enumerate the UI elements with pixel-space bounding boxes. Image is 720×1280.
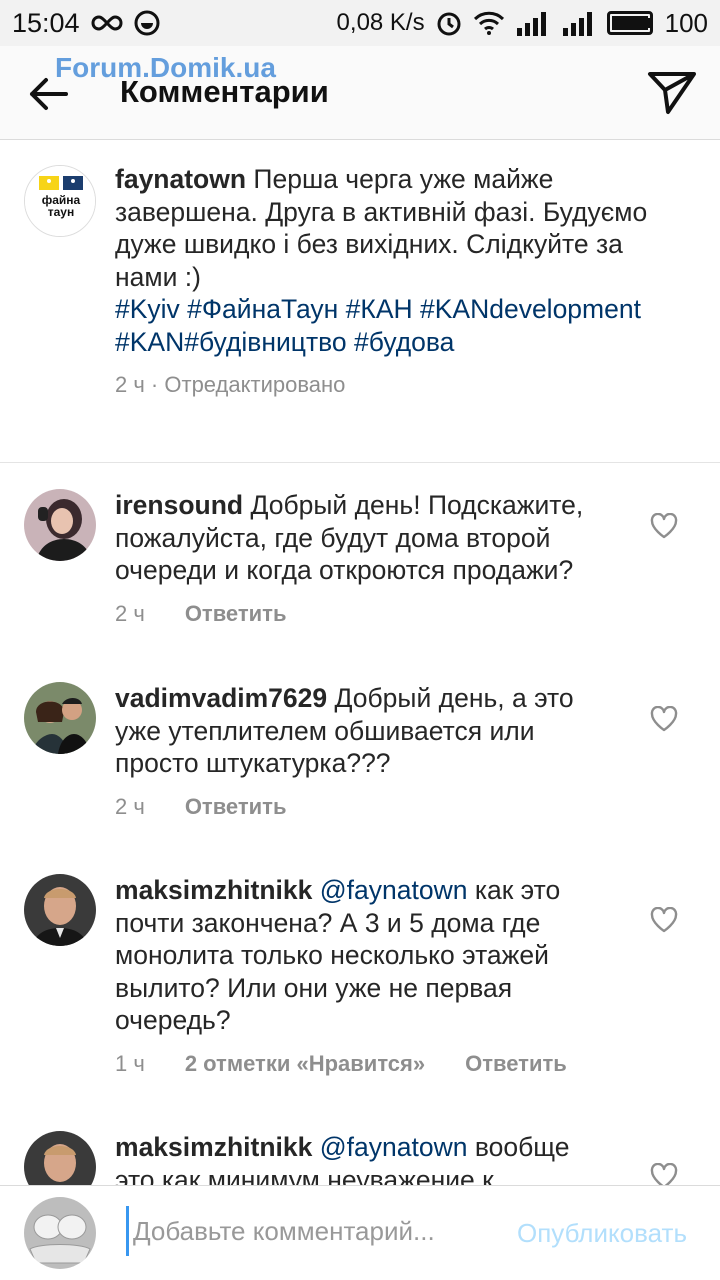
- avatar[interactable]: [24, 874, 96, 946]
- watermark: Forum.Domik.ua: [55, 52, 276, 83]
- avatar: [24, 1197, 96, 1269]
- comment-time: 2 ч: [115, 600, 145, 626]
- comment-username[interactable]: vadimvadim7629: [115, 683, 327, 713]
- heart-icon[interactable]: [650, 906, 678, 933]
- comment-text: maksimzhitnikk @faynatown вообще это как…: [115, 1131, 696, 1185]
- header: Комментарии Forum.Domik.ua: [0, 46, 720, 140]
- caption-hashtags[interactable]: #Kyiv #ФайнаТаун #КАН #KANdevelopment #K…: [115, 294, 641, 357]
- reply-button[interactable]: Ответить: [185, 601, 287, 627]
- reply-button[interactable]: Ответить: [465, 1051, 567, 1077]
- comment-meta: 2 ч Ответить: [115, 794, 696, 820]
- reply-button[interactable]: Ответить: [185, 794, 287, 820]
- caption-username[interactable]: faynatown: [115, 164, 246, 194]
- status-time: 15:04: [12, 7, 80, 38]
- comment-time: 1 ч: [115, 1050, 145, 1076]
- heart-icon[interactable]: [650, 705, 678, 732]
- comment-time: 2 ч: [115, 793, 145, 819]
- comment-meta: 2 ч Ответить: [115, 601, 696, 627]
- comment-item: irensound Добрый день! Подскажите, пожал…: [0, 463, 720, 656]
- comment-text: irensound Добрый день! Подскажите, пожал…: [115, 489, 696, 587]
- caption-text: faynatown Перша черга уже майже завершен…: [115, 163, 696, 358]
- caption-edited: Отредактировано: [164, 372, 346, 397]
- net-speed: 0,08 K/s: [336, 9, 425, 36]
- comment-text: vadimvadim7629 Добрый день, а это уже ут…: [115, 682, 696, 780]
- heart-icon[interactable]: [650, 1162, 678, 1185]
- comment-username[interactable]: maksimzhitnikk: [115, 875, 312, 905]
- comment-text: maksimzhitnikk @faynatown как это почти …: [115, 874, 696, 1037]
- comment-item: maksimzhitnikk @faynatown как это почти …: [0, 848, 720, 1105]
- battery-level: 100: [664, 7, 708, 38]
- battery-icon: [606, 11, 655, 35]
- publish-button[interactable]: Опубликовать: [517, 1218, 687, 1249]
- caption-meta: 2 ч · Отредактировано: [115, 372, 696, 398]
- signal-3g-icon: [515, 10, 551, 36]
- caption-time: 2 ч · Отредактировано: [115, 372, 346, 397]
- smile-icon: [134, 10, 160, 36]
- avatar-logo-text: файна таун: [41, 193, 81, 219]
- avatar[interactable]: [24, 1131, 96, 1185]
- signal-icon: [561, 10, 597, 36]
- likes-count[interactable]: 2 отметки «Нравится»: [185, 1051, 425, 1077]
- wifi-icon: [473, 11, 505, 35]
- comment-composer: Опубликовать: [0, 1185, 720, 1280]
- avatar[interactable]: [24, 489, 96, 561]
- avatar[interactable]: [24, 682, 96, 754]
- comment-mention[interactable]: @faynatown: [320, 875, 468, 905]
- comment-item: vadimvadim7629 Добрый день, а это уже ут…: [0, 656, 720, 848]
- infinity-icon: [90, 13, 124, 33]
- comment-mention[interactable]: @faynatown: [320, 1132, 468, 1162]
- comment-username[interactable]: irensound: [115, 490, 243, 520]
- heart-icon[interactable]: [650, 512, 678, 539]
- send-icon[interactable]: [646, 68, 698, 118]
- comment-username[interactable]: maksimzhitnikk: [115, 1132, 312, 1162]
- comment-meta: 1 ч 2 отметки «Нравится» Ответить: [115, 1051, 696, 1077]
- comment-list: файна таун faynatown Перша черга уже май…: [0, 141, 720, 1185]
- avatar[interactable]: файна таун: [24, 165, 96, 237]
- alarm-icon: [435, 9, 463, 37]
- status-bar: 15:04 0,08 K/s 100: [0, 0, 720, 46]
- post-caption: файна таун faynatown Перша черга уже май…: [0, 141, 720, 463]
- comment-item: maksimzhitnikk @faynatown вообще это как…: [0, 1105, 720, 1185]
- comment-input[interactable]: [126, 1206, 476, 1256]
